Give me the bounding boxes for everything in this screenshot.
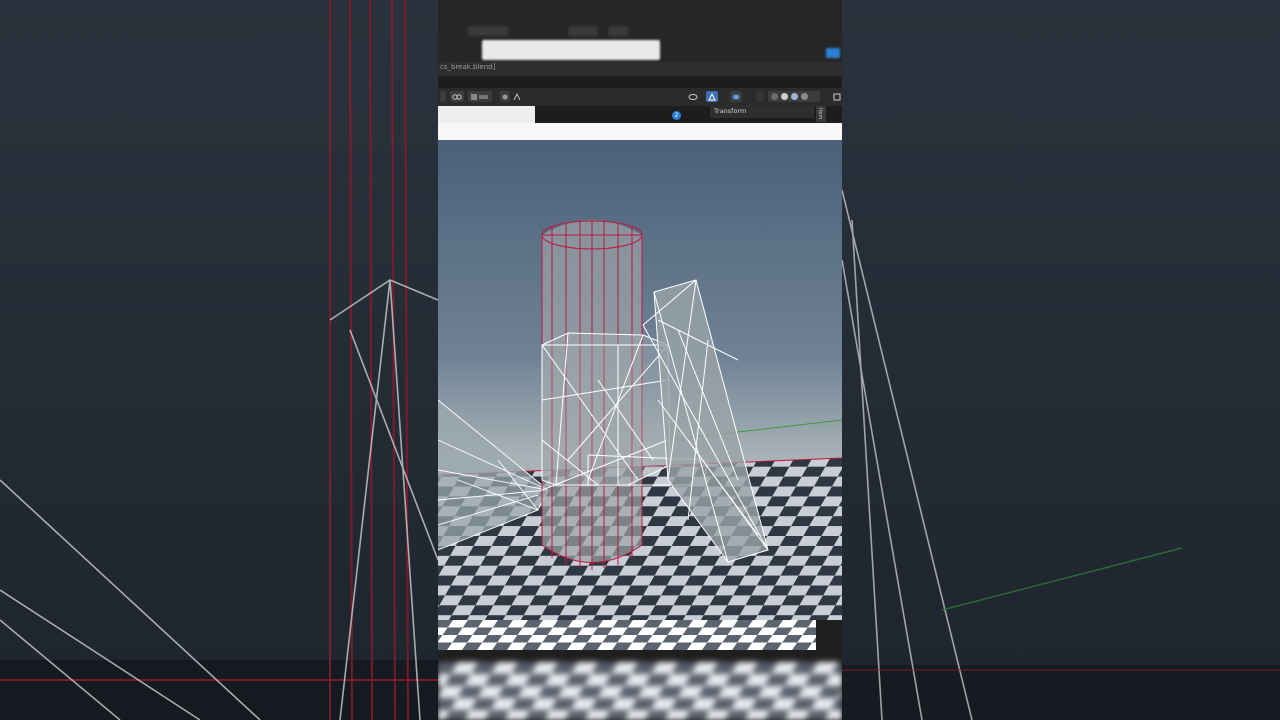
falloff-icon[interactable]	[512, 91, 522, 102]
divider	[438, 650, 842, 662]
backdrop-right-wireframe	[842, 189, 1280, 720]
chevron-down-icon[interactable]	[811, 93, 815, 100]
item-tab-label: Item	[817, 108, 823, 120]
viewport-header	[438, 88, 842, 107]
backdrop-right	[842, 0, 1280, 720]
header-left-button[interactable]	[440, 91, 446, 102]
visibility-icon[interactable]	[686, 91, 700, 102]
timeline-preview-strip	[438, 620, 816, 650]
os-top-bar	[438, 0, 842, 62]
backdrop-left	[0, 0, 438, 720]
backdrop-left-wireframe	[0, 0, 438, 720]
link-icon[interactable]	[450, 91, 464, 102]
file-title: cs_break.blend]	[440, 63, 496, 71]
snap-icon[interactable]	[468, 91, 492, 102]
sidebar-toggle-icon[interactable]	[832, 91, 842, 102]
blue-button[interactable]	[826, 48, 840, 58]
proportional-edit-icon[interactable]	[500, 91, 510, 102]
xray-icon[interactable]	[756, 91, 764, 102]
blurred-checker	[438, 662, 842, 720]
viewport-scene	[438, 140, 842, 620]
transform-panel-title: Transform	[714, 107, 747, 115]
overlay-band	[438, 123, 842, 140]
rendered-shading-icon[interactable]	[801, 93, 808, 100]
address-bar[interactable]	[482, 40, 660, 60]
overlay-icon[interactable]	[730, 91, 742, 102]
solid-shading-icon[interactable]	[781, 93, 788, 100]
transform-panel-header[interactable]: Transform	[710, 106, 814, 118]
wireframe-shading-icon[interactable]	[771, 93, 778, 100]
strip-edge	[816, 620, 842, 650]
gizmo-icon[interactable]	[706, 91, 718, 102]
notification-badge[interactable]: 2	[672, 111, 681, 120]
blender-window: cs_break.blend] 2 Transform Item	[438, 0, 842, 720]
material-preview-icon[interactable]	[791, 93, 798, 100]
item-tab[interactable]: Item	[816, 106, 826, 122]
shading-mode-buttons[interactable]	[768, 91, 820, 102]
operator-panel	[438, 106, 535, 123]
3d-viewport[interactable]	[438, 140, 842, 620]
file-title-bar: cs_break.blend]	[438, 62, 842, 76]
